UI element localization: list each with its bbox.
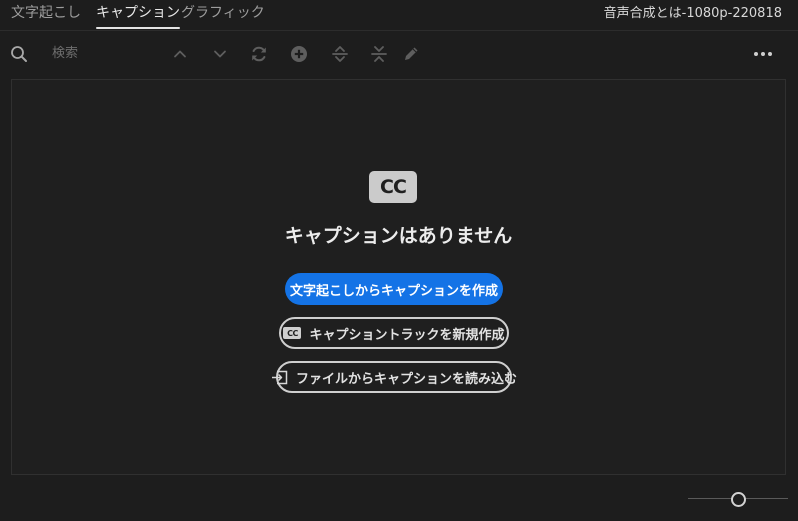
split-icon[interactable] bbox=[329, 43, 351, 65]
captions-list-area: CC キャプションはありません 文字起こしからキャプションを作成 CC キャプシ… bbox=[11, 79, 786, 475]
new-caption-track-button[interactable]: CC キャプショントラックを新規作成 bbox=[279, 317, 509, 349]
empty-state-title: キャプションはありません bbox=[284, 225, 513, 247]
sequence-name: 音声合成とは-1080p-220818 bbox=[603, 6, 782, 21]
zoom-slider[interactable] bbox=[688, 490, 788, 508]
active-tab-indicator bbox=[96, 27, 180, 29]
tab-graphics[interactable]: グラフィック bbox=[181, 4, 265, 22]
create-captions-from-transcript-button[interactable]: 文字起こしからキャプションを作成 bbox=[285, 273, 503, 305]
refresh-icon[interactable] bbox=[248, 43, 270, 65]
tab-captions-label: キャプション bbox=[96, 5, 180, 21]
cc-track-icon-text: CC bbox=[283, 327, 302, 339]
tab-captions[interactable]: キャプション bbox=[96, 4, 180, 29]
search-icon[interactable] bbox=[8, 43, 30, 65]
import-captions-from-file-button[interactable]: ファイルからキャプションを読み込む bbox=[272, 361, 517, 393]
cc-logo-icon: CC bbox=[369, 171, 417, 203]
tab-transcript[interactable]: 文字起こし bbox=[11, 4, 81, 22]
cc-track-icon: CC bbox=[283, 327, 302, 339]
add-circle-icon[interactable] bbox=[288, 43, 310, 65]
search-input[interactable] bbox=[46, 42, 168, 64]
zoom-slider-thumb[interactable] bbox=[731, 492, 746, 507]
more-icon[interactable] bbox=[752, 43, 774, 65]
create-captions-label: 文字起こしからキャプションを作成 bbox=[289, 283, 498, 299]
merge-icon[interactable] bbox=[368, 43, 390, 65]
tab-bar: 文字起こし キャプション グラフィック 音声合成とは-1080p-220818 bbox=[0, 0, 798, 31]
toolbar bbox=[0, 31, 798, 77]
import-captions-label: ファイルからキャプションを読み込む bbox=[296, 371, 518, 387]
chevron-up-icon[interactable] bbox=[169, 43, 191, 65]
chevron-down-icon[interactable] bbox=[209, 43, 231, 65]
pencil-icon[interactable] bbox=[400, 43, 422, 65]
captions-panel: 文字起こし キャプション グラフィック 音声合成とは-1080p-220818 bbox=[0, 0, 798, 521]
import-file-icon bbox=[271, 370, 288, 385]
new-caption-track-label: キャプショントラックを新規作成 bbox=[309, 327, 505, 343]
